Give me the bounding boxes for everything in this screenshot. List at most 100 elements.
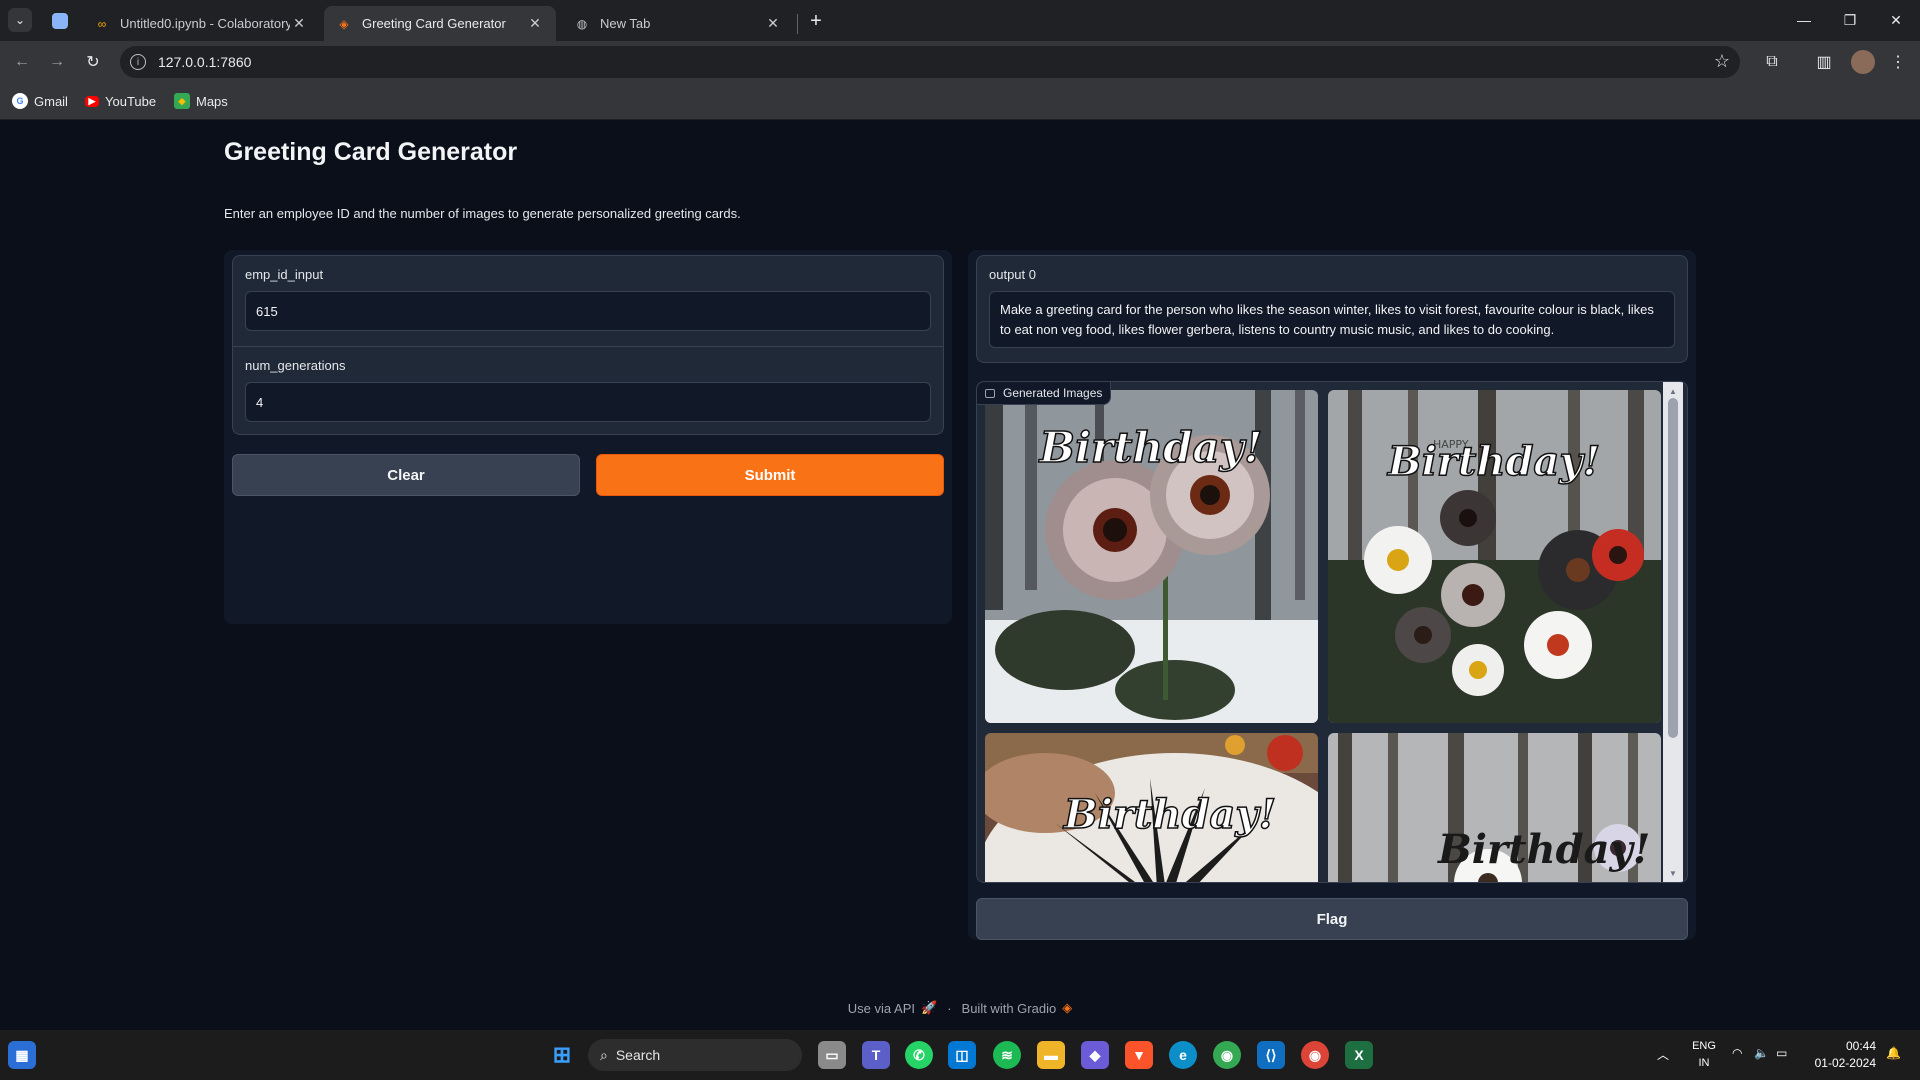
- youtube-icon: ▶: [85, 95, 99, 107]
- system-clock[interactable]: 00:44 01-02-2024: [1796, 1038, 1876, 1072]
- card-caption: Birthday!: [1063, 791, 1276, 838]
- menu-dots-icon[interactable]: ⋮: [1886, 50, 1910, 74]
- search-icon: ⌕: [600, 1046, 608, 1063]
- whatsapp-icon[interactable]: ✆: [905, 1041, 933, 1069]
- widgets-icon[interactable]: ▦: [8, 1041, 36, 1069]
- clock-time: 00:44: [1845, 1039, 1876, 1053]
- windows-start-icon[interactable]: ⊞: [548, 1041, 576, 1069]
- bookmark-maps[interactable]: ◆ Maps: [174, 91, 228, 111]
- clear-button[interactable]: Clear: [232, 454, 580, 496]
- page-title: Greeting Card Generator: [224, 138, 518, 166]
- edge-icon[interactable]: e: [1169, 1041, 1197, 1069]
- gallery-image-3[interactable]: Birthday!: [985, 733, 1318, 882]
- bookmark-label: Maps: [196, 93, 228, 109]
- built-with-gradio-link[interactable]: Built with Gradio: [962, 1001, 1057, 1016]
- tab-title: Untitled0.ipynb - Colaboratory: [120, 16, 290, 31]
- gallery-image-2[interactable]: HAPPY Birthday!: [1328, 390, 1661, 723]
- gallery-image-1[interactable]: Birthday!: [985, 390, 1318, 723]
- chrome-icon: ◍: [576, 16, 588, 31]
- battery-icon[interactable]: ▭: [1776, 1046, 1787, 1060]
- minimize-icon[interactable]: —: [1781, 0, 1827, 40]
- emp-id-field: emp_id_input 615: [233, 256, 943, 345]
- bookmark-star-icon[interactable]: ☆: [1714, 51, 1730, 72]
- restore-icon[interactable]: ❐: [1827, 0, 1873, 40]
- use-via-api-link[interactable]: Use via API: [848, 1001, 915, 1016]
- card-image: Birthday!: [1328, 733, 1661, 882]
- tab-colab[interactable]: ∞ Untitled0.ipynb - Colaboratory ✕: [82, 6, 320, 41]
- spotify-icon[interactable]: ≋: [993, 1041, 1021, 1069]
- card-caption: Birthday!: [1387, 438, 1600, 485]
- tab-title: New Tab: [600, 16, 651, 31]
- scroll-down-icon[interactable]: ▼: [1663, 866, 1683, 880]
- chevron-up-icon[interactable]: ︿: [1657, 1046, 1669, 1063]
- forward-arrow-icon[interactable]: →: [45, 50, 69, 74]
- notification-bell-icon[interactable]: 🔔: [1886, 1046, 1901, 1060]
- gradio-app: Greeting Card Generator Enter an employe…: [0, 120, 1920, 1030]
- rocket-icon: 🚀: [921, 1000, 938, 1015]
- address-bar[interactable]: i 127.0.0.1:7860 ☆: [120, 46, 1740, 78]
- chrome-canary-icon[interactable]: ◉: [1213, 1041, 1241, 1069]
- back-arrow-icon[interactable]: ←: [10, 50, 34, 74]
- side-panel-icon[interactable]: ▥: [1812, 50, 1836, 74]
- volume-icon[interactable]: 🔈: [1754, 1046, 1769, 1060]
- window-close-icon[interactable]: ✕: [1873, 0, 1919, 40]
- taskbar-search[interactable]: ⌕ Search: [588, 1039, 802, 1071]
- extensions-icon[interactable]: ⧉: [1760, 50, 1784, 74]
- gallery-label-text: Generated Images: [1003, 386, 1103, 400]
- colab-icon: ∞: [97, 16, 107, 31]
- bookmark-label: Gmail: [34, 93, 68, 109]
- scrollbar-thumb[interactable]: [1668, 398, 1678, 738]
- gallery-label: Generated Images: [977, 382, 1112, 405]
- close-icon[interactable]: ✕: [526, 15, 544, 33]
- copilot-icon[interactable]: ◆: [1081, 1041, 1109, 1069]
- output-textarea[interactable]: Make a greeting card for the person who …: [989, 291, 1675, 348]
- emp-id-input[interactable]: 615: [245, 291, 931, 331]
- card-image: HAPPY Birthday!: [1328, 390, 1661, 723]
- url-text[interactable]: 127.0.0.1:7860: [158, 54, 251, 70]
- windows-taskbar: ▦ ⊞ ⌕ Search ▭ T ✆ ◫ ≋ ▬ ◆ ▼ e ◉ ⟨⟩ ◉ X …: [0, 1030, 1920, 1080]
- num-generations-input[interactable]: 4: [245, 382, 931, 422]
- gradio-icon: ◈: [339, 16, 349, 31]
- task-view-icon[interactable]: ▭: [818, 1041, 846, 1069]
- profile-avatar[interactable]: [1851, 50, 1875, 74]
- tab-new-tab[interactable]: ◍ New Tab ✕: [562, 6, 794, 41]
- flag-button[interactable]: Flag: [976, 898, 1688, 940]
- wifi-icon[interactable]: ◠: [1732, 1046, 1742, 1060]
- card-caption: Birthday!: [1039, 423, 1263, 472]
- generated-images-gallery: Generated Images Birthday! HAPPY Birthda…: [976, 381, 1688, 883]
- pinned-tab[interactable]: [46, 8, 74, 34]
- card-image: Birthday!: [985, 733, 1318, 882]
- tab-greeting-card-generator[interactable]: ◈ Greeting Card Generator ✕: [324, 6, 556, 41]
- submit-button[interactable]: Submit: [596, 454, 944, 496]
- scroll-up-icon[interactable]: ▲: [1663, 384, 1683, 398]
- vscode-icon[interactable]: ⟨⟩: [1257, 1041, 1285, 1069]
- output-label: output 0: [989, 267, 1036, 282]
- file-explorer-icon[interactable]: ▬: [1037, 1041, 1065, 1069]
- page-description: Enter an employee ID and the number of i…: [224, 206, 741, 221]
- excel-icon[interactable]: X: [1345, 1041, 1373, 1069]
- browser-tab-strip: ⌄ ∞ Untitled0.ipynb - Colaboratory ✕ ◈ G…: [0, 0, 1920, 41]
- input-panel: emp_id_input 615 num_generations 4 Clear…: [224, 250, 952, 624]
- image-icon: [985, 388, 995, 398]
- gallery-image-4[interactable]: Birthday!: [1328, 733, 1661, 882]
- chrome-icon[interactable]: ◉: [1301, 1041, 1329, 1069]
- close-icon[interactable]: ✕: [764, 15, 782, 33]
- card-caption: Birthday!: [1437, 826, 1650, 873]
- maps-icon: ◆: [174, 93, 190, 109]
- language-indicator[interactable]: ENG IN: [1688, 1038, 1720, 1072]
- bookmark-youtube[interactable]: ▶ YouTube: [85, 91, 156, 111]
- site-info-icon[interactable]: i: [130, 54, 146, 70]
- store-icon[interactable]: ◫: [948, 1041, 976, 1069]
- new-tab-button[interactable]: +: [804, 9, 828, 33]
- footer: Use via API 🚀 · Built with Gradio ◈: [0, 998, 1920, 1018]
- taskbar-search-label: Search: [615, 1047, 661, 1063]
- google-icon: G: [12, 93, 28, 109]
- bookmark-gmail[interactable]: G Gmail: [12, 91, 68, 111]
- num-generations-field: num_generations 4: [233, 346, 943, 434]
- reload-icon[interactable]: ↻: [81, 50, 105, 74]
- gallery-scrollbar[interactable]: ▲ ▼: [1663, 382, 1683, 882]
- tab-search-button[interactable]: ⌄: [8, 8, 32, 32]
- brave-icon[interactable]: ▼: [1125, 1041, 1153, 1069]
- close-icon[interactable]: ✕: [290, 15, 308, 33]
- teams-icon[interactable]: T: [862, 1041, 890, 1069]
